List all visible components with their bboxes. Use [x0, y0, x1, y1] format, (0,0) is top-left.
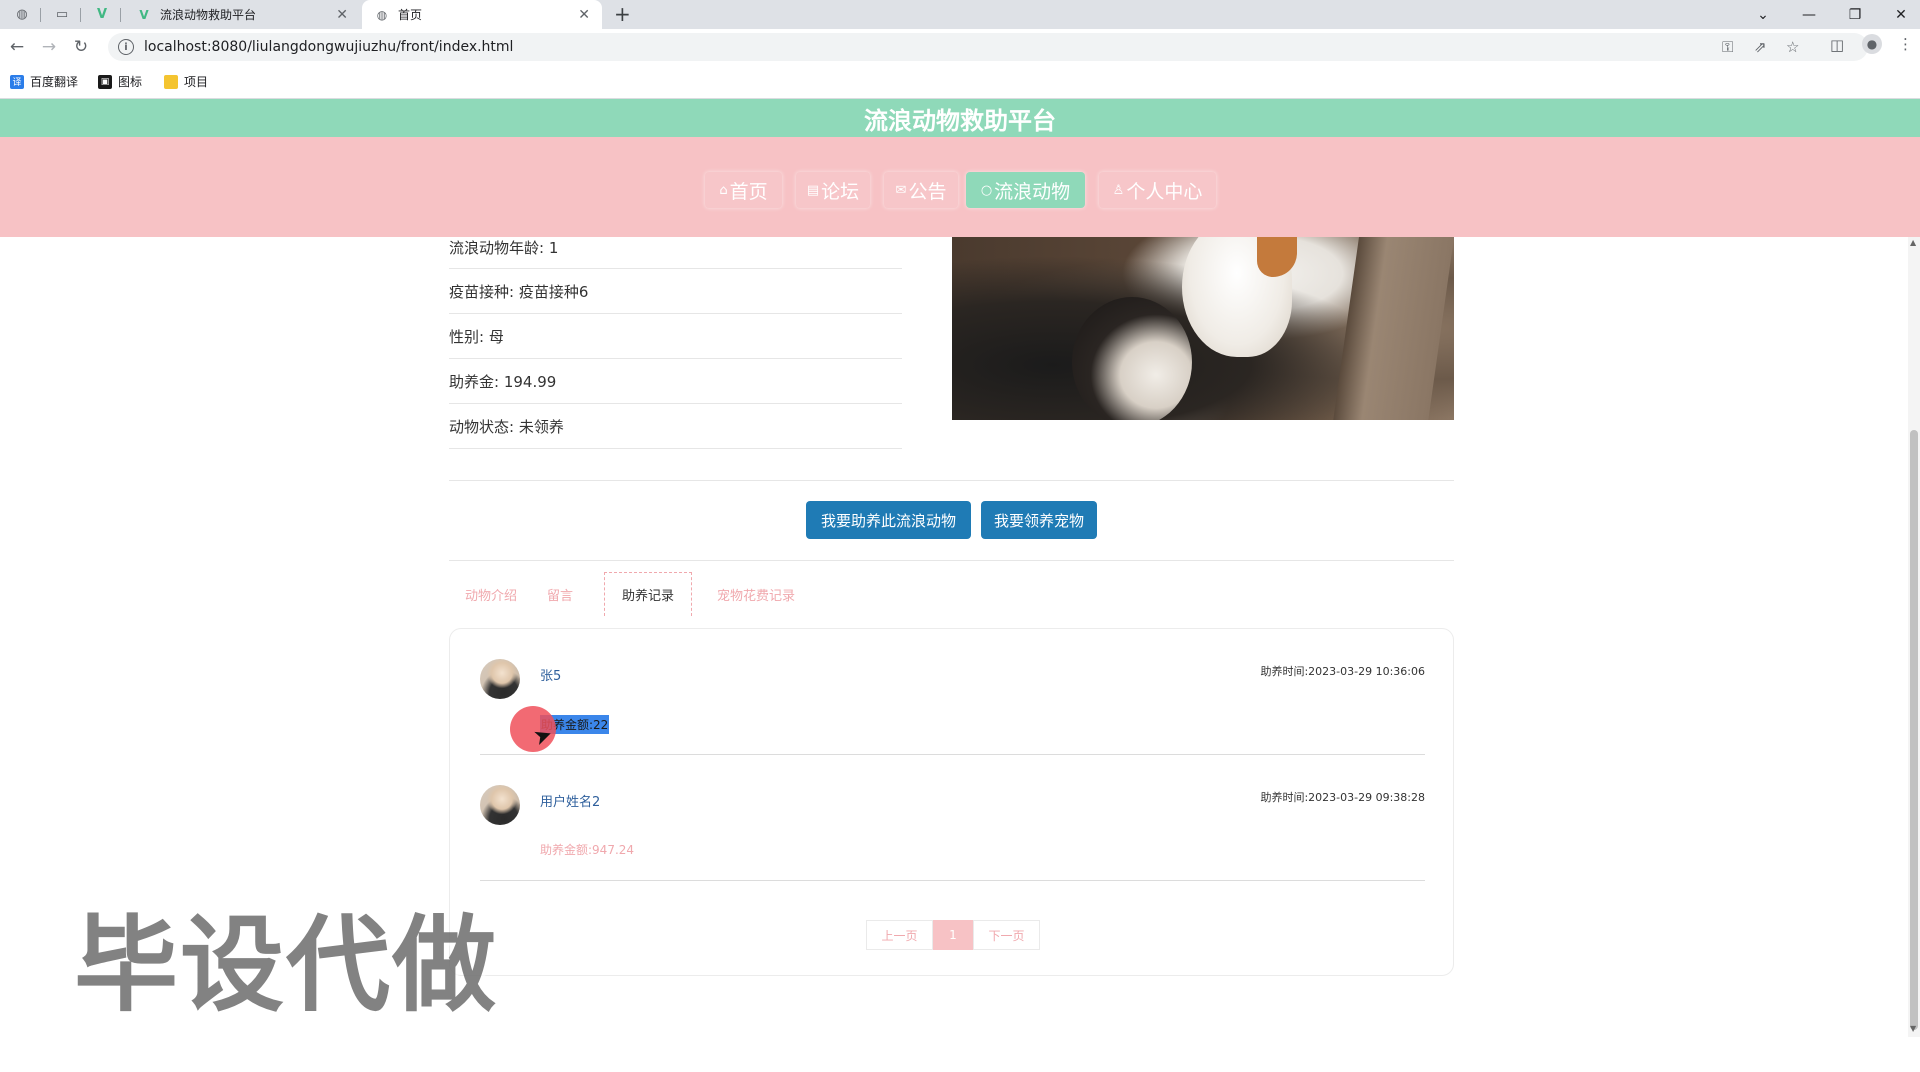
share-icon[interactable]: ⇗: [1754, 38, 1767, 56]
info-age: 流浪动物年龄: 1: [449, 237, 902, 269]
record-item: 用户姓名2 助养时间:2023-03-29 09:38:28 助养金额:947.…: [480, 755, 1425, 881]
tab-title: 首页: [398, 8, 423, 22]
photo-dog-secondary: [1072, 297, 1192, 420]
reload-icon[interactable]: ↻: [70, 36, 92, 58]
tab-sponsor-records[interactable]: 助养记录: [604, 572, 692, 616]
globe-icon: ◍: [376, 7, 388, 22]
vue-logo-icon[interactable]: V: [92, 5, 112, 23]
tab-home[interactable]: ◍ 首页 ✕: [362, 0, 602, 29]
animal-info-list: 流浪动物年龄: 1 疫苗接种: 疫苗接种6 性别: 母 助养金: 194.99 …: [449, 237, 902, 449]
user-icon: ♙: [1112, 182, 1125, 198]
close-icon[interactable]: ✕: [336, 7, 348, 23]
nav-forum[interactable]: ▤ 论坛: [796, 172, 870, 208]
next-page-button[interactable]: 下一页: [973, 920, 1040, 950]
home-icon: ⌂: [719, 182, 728, 198]
site-title: 流浪动物救助平台: [864, 106, 1056, 135]
info-gender: 性别: 母: [449, 314, 902, 359]
bookmark-icons[interactable]: ▣ 图标: [98, 73, 142, 90]
bookmark-label: 百度翻译: [30, 75, 79, 89]
avatar: [480, 659, 520, 699]
nav-notice[interactable]: ✉ 公告: [884, 172, 958, 208]
restore-button[interactable]: ❐: [1832, 0, 1878, 29]
tab-title: 流浪动物救助平台: [160, 8, 257, 22]
divider: [449, 480, 1454, 481]
tab-separator: [40, 8, 41, 22]
prev-page-button[interactable]: 上一页: [866, 920, 933, 950]
close-window-button[interactable]: ✕: [1878, 0, 1920, 29]
main-nav: ⌂ 首页 ▤ 论坛 ✉ 公告 ○ 流浪动物 ♙ 个人中心: [0, 137, 1920, 237]
photo-wall: [1333, 237, 1454, 420]
mail-icon: ✉: [895, 182, 907, 198]
image-icon: ▣: [98, 74, 112, 89]
tab-separator: [80, 8, 81, 22]
page-number-button[interactable]: 1: [933, 920, 973, 950]
bookmark-label: 项目: [184, 75, 209, 89]
menu-dots-icon[interactable]: ⋮: [1898, 35, 1913, 53]
key-icon[interactable]: ⚿: [1722, 38, 1733, 56]
pagination: 上一页 1 下一页: [866, 920, 1040, 950]
nav-label: 个人中心: [1126, 180, 1203, 203]
nav-label: 首页: [729, 180, 768, 203]
profile-avatar-icon[interactable]: ●: [1862, 34, 1882, 54]
tab-animal-intro[interactable]: 动物介绍: [449, 572, 533, 616]
close-icon[interactable]: ✕: [578, 7, 590, 23]
site-header: 流浪动物救助平台: [0, 99, 1920, 137]
url-text[interactable]: localhost:8080/liulangdongwujiuzhu/front…: [144, 39, 513, 55]
nav-label: 流浪动物: [994, 180, 1071, 203]
new-tab-button[interactable]: +: [614, 2, 631, 26]
info-sponsor-fund: 助养金: 194.99: [449, 359, 902, 404]
bookmark-baidu-translate[interactable]: 译 百度翻译: [10, 73, 78, 90]
nav-stray-animals[interactable]: ○ 流浪动物: [966, 172, 1085, 208]
bookmarks-bar: 译 百度翻译 ▣ 图标 项目: [0, 65, 1920, 99]
tab-messages[interactable]: 留言: [533, 572, 587, 616]
folder-icon: [164, 74, 178, 89]
nav-label: 论坛: [821, 180, 860, 203]
record-time: 助养时间:2023-03-29 10:36:06: [1260, 665, 1425, 678]
adopt-button[interactable]: 我要领养宠物: [981, 501, 1097, 539]
star-icon[interactable]: ☆: [1786, 38, 1799, 56]
divider: [449, 560, 1454, 561]
browser-tab-strip: ◍ ▭ V V 流浪动物救助平台 ✕ ◍ 首页 ✕ + ⌄ — ❐ ✕: [0, 0, 1920, 29]
tab-separator: [120, 8, 121, 22]
avatar: [480, 785, 520, 825]
nav-home[interactable]: ⌂ 首页: [705, 172, 782, 208]
forum-icon: ▤: [806, 182, 820, 198]
bookmark-label: 图标: [118, 75, 143, 89]
record-item: 张5 助养时间:2023-03-29 10:36:06 助养金额:22: [480, 629, 1425, 755]
nav-personal-center[interactable]: ♙ 个人中心: [1099, 172, 1216, 208]
record-time: 助养时间:2023-03-29 09:38:28: [1260, 791, 1425, 804]
tab-platform[interactable]: V 流浪动物救助平台 ✕: [124, 0, 360, 29]
minimize-button[interactable]: —: [1786, 0, 1832, 29]
record-user-name[interactable]: 张5: [540, 665, 561, 684]
scrollbar-thumb[interactable]: [1910, 430, 1918, 1030]
watermark: 毕设代做: [74, 904, 499, 1026]
info-status: 动物状态: 未领养: [449, 404, 902, 449]
sidebar-icon[interactable]: ◫: [1830, 36, 1844, 54]
record-user-name[interactable]: 用户姓名2: [540, 791, 600, 810]
address-bar-row: ← → ↻ i localhost:8080/liulangdongwujiuz…: [0, 29, 1920, 65]
globe-icon[interactable]: ◍: [12, 5, 32, 23]
scroll-down-icon[interactable]: ▼: [1910, 1024, 1916, 1033]
scroll-up-icon[interactable]: ▲: [1910, 238, 1916, 247]
tab-search-button[interactable]: ⌄: [1740, 0, 1786, 29]
translate-icon: 译: [10, 74, 24, 89]
tab-expense-records[interactable]: 宠物花费记录: [701, 572, 811, 616]
bookmark-project[interactable]: 项目: [164, 73, 208, 90]
forward-arrow-icon[interactable]: →: [38, 36, 60, 58]
sponsor-button[interactable]: 我要助养此流浪动物: [806, 501, 971, 539]
info-vaccine: 疫苗接种: 疫苗接种6: [449, 269, 902, 314]
blank-tab-icon[interactable]: ▭: [52, 5, 72, 23]
info-icon[interactable]: i: [118, 39, 134, 55]
vue-logo-icon: V: [139, 7, 149, 22]
url-box[interactable]: i localhost:8080/liulangdongwujiuzhu/fro…: [108, 33, 1868, 61]
circle-icon: ○: [980, 182, 993, 198]
record-amount: 助养金额:947.24: [540, 843, 635, 857]
back-arrow-icon[interactable]: ←: [6, 36, 28, 58]
nav-label: 公告: [908, 180, 947, 203]
animal-photo: [952, 237, 1454, 420]
